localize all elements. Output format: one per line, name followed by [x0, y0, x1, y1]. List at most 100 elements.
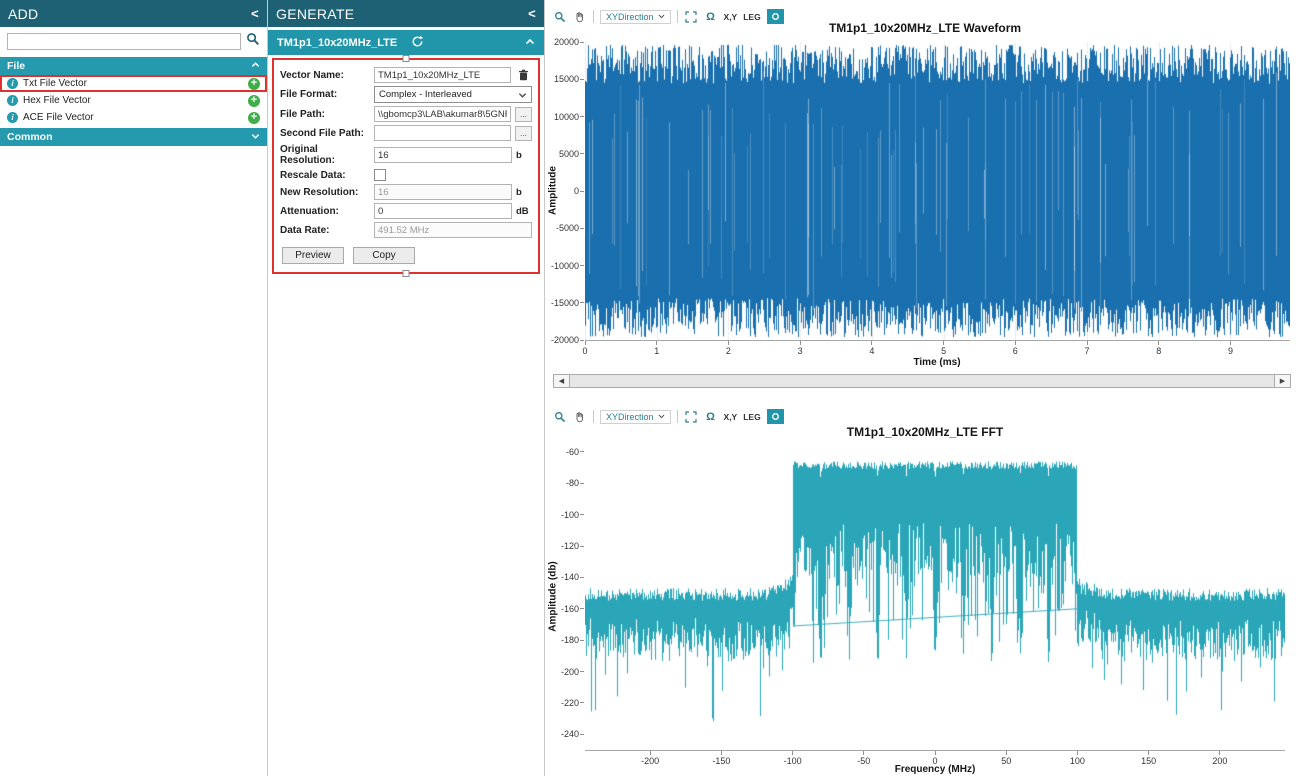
- refresh-icon[interactable]: [411, 35, 424, 51]
- charts-area: XYDirection Ω X,Y LEG TM1p1_10x20MHz_LTE Wa…: [545, 0, 1296, 776]
- y-tick-mark: [580, 451, 584, 452]
- field-label: Rescale Data:: [280, 170, 370, 181]
- data-rate-input[interactable]: [374, 222, 532, 238]
- vector-tab-bar[interactable]: TM1p1_10x20MHz_LTE: [268, 30, 544, 55]
- second-file-path-input[interactable]: [374, 125, 511, 141]
- collapse-panel-icon[interactable]: <: [528, 7, 536, 20]
- add-plus-icon[interactable]: +: [248, 112, 260, 124]
- fft-plot[interactable]: [585, 444, 1285, 751]
- legend-label[interactable]: LEG: [743, 12, 760, 22]
- vector-name-input[interactable]: [374, 67, 511, 83]
- pan-icon[interactable]: [573, 410, 587, 424]
- y-tick-mark: [580, 340, 584, 341]
- x-tick-mark: [721, 751, 722, 755]
- info-icon: i: [7, 78, 18, 89]
- unit-label: b: [516, 187, 532, 198]
- y-tick-mark: [580, 153, 584, 154]
- x-tick-label: -100: [784, 756, 802, 766]
- add-item-label: Hex File Vector: [23, 95, 91, 106]
- legend-label[interactable]: LEG: [743, 412, 760, 422]
- y-tick-mark: [580, 577, 584, 578]
- app-window: ADD < File iTxt File Vector+i Hex File Vec…: [0, 0, 1296, 776]
- x-tick-mark: [728, 341, 729, 345]
- zoom-icon[interactable]: [553, 410, 567, 424]
- x-tick-mark: [1077, 751, 1078, 755]
- x-tick-mark: [1230, 341, 1231, 345]
- copy-button[interactable]: Copy: [353, 247, 415, 264]
- x-tick-label: -200: [641, 756, 659, 766]
- x-tick-label: 2: [726, 346, 731, 356]
- add-item-ace-file-vector[interactable]: iACE File Vector+: [0, 109, 267, 126]
- add-item-hex-file-vector[interactable]: iHex File Vector+: [0, 92, 267, 109]
- section-header-file[interactable]: File: [0, 57, 267, 75]
- marker-icon[interactable]: Ω: [704, 10, 718, 24]
- y-tick-mark: [580, 640, 584, 641]
- y-tick-label: -15000: [545, 298, 579, 308]
- y-tick-label: -60: [545, 447, 579, 457]
- x-tick-mark: [1148, 751, 1149, 755]
- marker-icon[interactable]: Ω: [704, 410, 718, 424]
- y-tick-mark: [580, 191, 584, 192]
- rescale-data-checkbox[interactable]: [374, 169, 386, 181]
- waveform-chart-title: TM1p1_10x20MHz_LTE Waveform: [829, 21, 1021, 35]
- waveform-hscrollbar[interactable]: ◀ ▶: [553, 374, 1291, 388]
- file-path-input[interactable]: [374, 106, 511, 122]
- delete-icon[interactable]: [515, 69, 532, 81]
- field-label: Vector Name:: [280, 70, 370, 81]
- browse-button[interactable]: ...: [515, 107, 532, 122]
- y-tick-label: -240: [545, 729, 579, 739]
- fit-view-icon[interactable]: [684, 10, 698, 24]
- fit-view-icon[interactable]: [684, 410, 698, 424]
- preview-button[interactable]: Preview: [282, 247, 344, 264]
- unit-label: dB: [516, 206, 532, 217]
- add-item-txt-file-vector[interactable]: iTxt File Vector+: [0, 75, 267, 92]
- zoom-icon[interactable]: [553, 10, 567, 24]
- chevron-up-icon[interactable]: [525, 37, 535, 49]
- x-tick-label: 150: [1141, 756, 1156, 766]
- browse-button[interactable]: ...: [515, 126, 532, 141]
- generate-panel-title: GENERATE: [276, 6, 354, 22]
- generate-panel: GENERATE < TM1p1_10x20MHz_LTE Vector Nam…: [268, 0, 545, 776]
- x-tick-label: -150: [712, 756, 730, 766]
- y-tick-mark: [580, 302, 584, 303]
- y-tick-label: 20000: [545, 37, 579, 47]
- y-tick-label: 0: [545, 186, 579, 196]
- x-tick-mark: [1087, 341, 1088, 345]
- search-input[interactable]: [7, 33, 241, 50]
- scroll-thumb[interactable]: [569, 375, 1275, 387]
- add-panel-header: ADD <: [0, 0, 267, 27]
- add-plus-icon[interactable]: +: [248, 78, 260, 90]
- collapse-panel-icon[interactable]: <: [251, 7, 259, 20]
- section-header-common[interactable]: Common: [0, 128, 267, 146]
- xy-direction-dropdown[interactable]: XYDirection: [600, 410, 671, 424]
- settings-button[interactable]: [767, 409, 784, 424]
- scroll-left-arrow[interactable]: ◀: [554, 375, 569, 387]
- y-tick-label: -100: [545, 510, 579, 520]
- add-plus-icon[interactable]: +: [248, 95, 260, 107]
- attenuation-input[interactable]: [374, 203, 512, 219]
- field-label: Attenuation:: [280, 206, 370, 217]
- original-resolution-input[interactable]: [374, 147, 512, 163]
- waveform-x-axis-label: Time (ms): [913, 357, 960, 368]
- xy-direction-dropdown[interactable]: XYDirection: [600, 10, 671, 24]
- waveform-chart-toolbar: XYDirection Ω X,Y LEG: [553, 8, 784, 25]
- new-resolution-input[interactable]: [374, 184, 512, 200]
- x-tick-mark: [792, 751, 793, 755]
- x-tick-mark: [800, 341, 801, 345]
- waveform-plot[interactable]: [585, 42, 1290, 341]
- y-tick-label: -160: [545, 604, 579, 614]
- settings-button[interactable]: [767, 9, 784, 24]
- y-tick-label: -80: [545, 478, 579, 488]
- x-tick-label: 1: [654, 346, 659, 356]
- scroll-right-arrow[interactable]: ▶: [1275, 375, 1290, 387]
- xy-label[interactable]: X,Y: [724, 412, 738, 422]
- pan-icon[interactable]: [573, 10, 587, 24]
- y-tick-label: 15000: [545, 74, 579, 84]
- fft-chart-toolbar: XYDirection Ω X,Y LEG: [553, 408, 784, 425]
- field-label: Data Rate:: [280, 225, 370, 236]
- x-tick-mark: [1219, 751, 1220, 755]
- annotation-handle: [403, 55, 410, 62]
- file-format-select[interactable]: Complex - Interleaved: [374, 86, 532, 103]
- section-label: File: [7, 60, 25, 72]
- xy-label[interactable]: X,Y: [724, 12, 738, 22]
